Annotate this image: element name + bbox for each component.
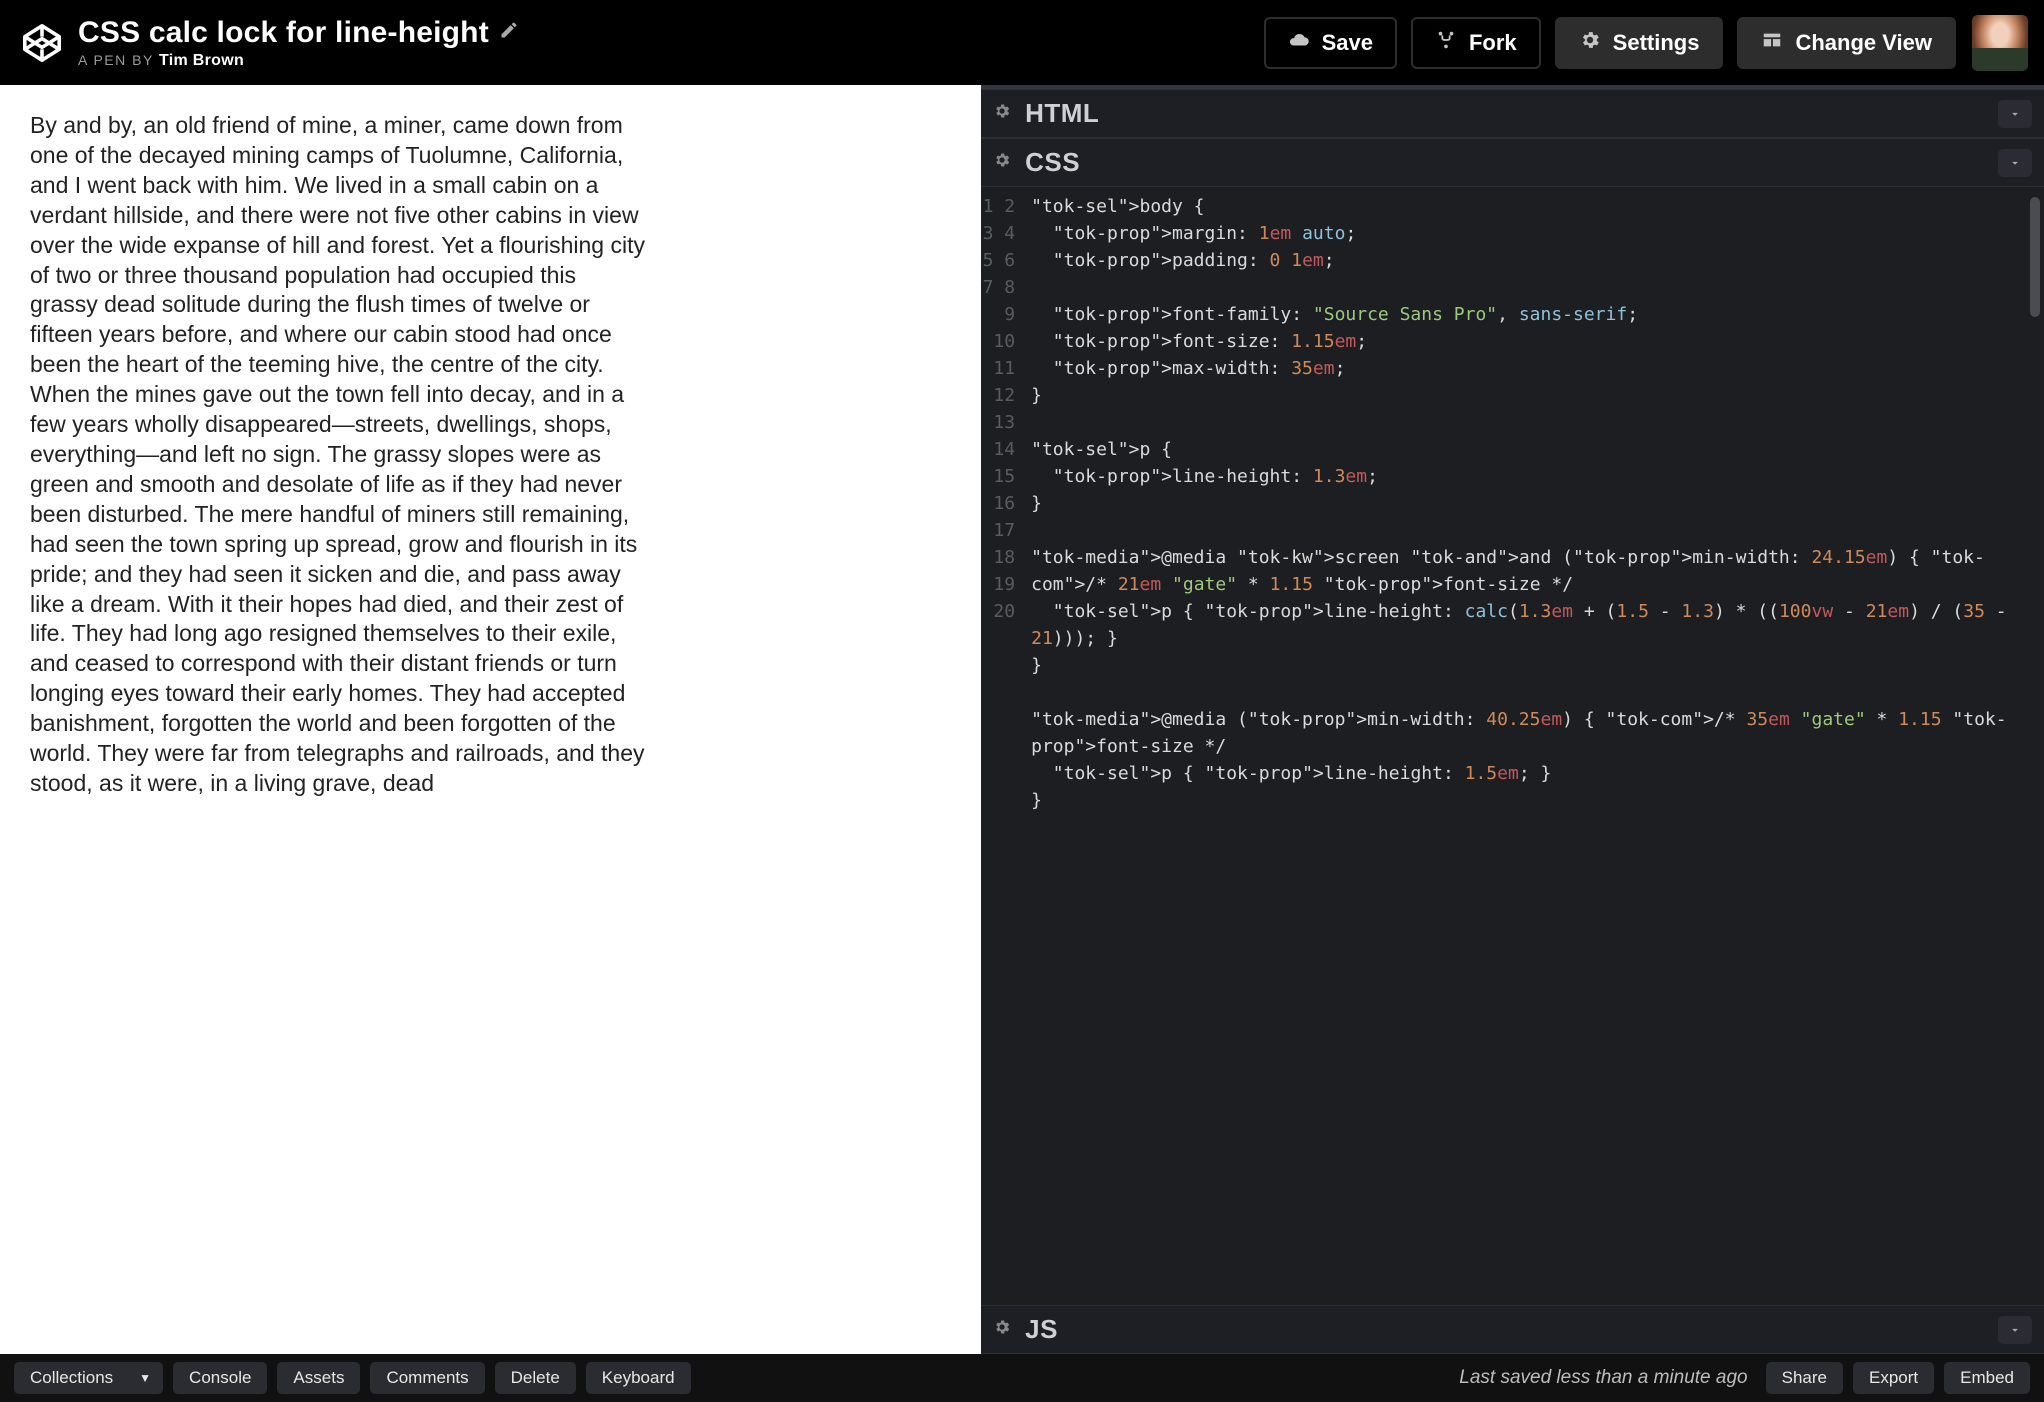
scrollbar[interactable]	[2030, 197, 2040, 317]
html-panel: HTML	[981, 89, 2044, 138]
main-split: By and by, an old friend of mine, a mine…	[0, 85, 2044, 1354]
share-button[interactable]: Share	[1766, 1362, 1843, 1394]
save-button[interactable]: Save	[1264, 17, 1397, 69]
user-avatar[interactable]	[1972, 15, 2028, 71]
css-panel-label: CSS	[1025, 147, 1984, 178]
fork-icon	[1435, 29, 1457, 57]
save-button-label: Save	[1322, 30, 1373, 56]
change-view-button[interactable]: Change View	[1737, 17, 1956, 69]
assets-button[interactable]: Assets	[277, 1362, 360, 1394]
settings-button[interactable]: Settings	[1555, 17, 1724, 69]
css-panel: CSS 1 2 3 4 5 6 7 8 9 10 11 12 13 14 15 …	[981, 138, 2044, 1305]
fork-button-label: Fork	[1469, 30, 1517, 56]
export-button[interactable]: Export	[1853, 1362, 1934, 1394]
preview-paragraph: By and by, an old friend of mine, a mine…	[30, 111, 650, 799]
codepen-logo[interactable]	[22, 23, 62, 63]
settings-button-label: Settings	[1613, 30, 1700, 56]
cloud-icon	[1288, 29, 1310, 57]
chevron-down-icon[interactable]	[1998, 100, 2032, 128]
line-gutter: 1 2 3 4 5 6 7 8 9 10 11 12 13 14 15 16 1…	[981, 187, 1021, 625]
collections-label: Collections	[30, 1368, 113, 1388]
chevron-down-icon[interactable]	[1998, 1316, 2032, 1344]
caret-down-icon: ▼	[139, 1371, 151, 1385]
gear-icon[interactable]	[993, 102, 1011, 125]
preview-pane[interactable]: By and by, an old friend of mine, a mine…	[0, 85, 981, 1354]
comments-button[interactable]: Comments	[370, 1362, 484, 1394]
html-panel-header[interactable]: HTML	[981, 89, 2044, 138]
js-panel-label: JS	[1025, 1314, 1984, 1345]
keyboard-button[interactable]: Keyboard	[586, 1362, 691, 1394]
embed-button[interactable]: Embed	[1944, 1362, 2030, 1394]
pen-title: CSS calc lock for line-height	[78, 16, 489, 50]
gear-icon[interactable]	[993, 151, 1011, 174]
byline-prefix: A PEN BY	[78, 52, 154, 68]
html-panel-label: HTML	[1025, 98, 1984, 129]
save-status: Last saved less than a minute ago	[1459, 1367, 1747, 1389]
css-panel-header[interactable]: CSS	[981, 138, 2044, 187]
gear-icon	[1579, 29, 1601, 57]
fork-button[interactable]: Fork	[1411, 17, 1541, 69]
title-block: CSS calc lock for line-height A PEN BY T…	[78, 16, 1248, 70]
collections-dropdown[interactable]: Collections ▼	[14, 1362, 163, 1394]
css-editor[interactable]: 1 2 3 4 5 6 7 8 9 10 11 12 13 14 15 16 1…	[981, 187, 2044, 1305]
footer-bar: Collections ▼ Console Assets Comments De…	[0, 1354, 2044, 1402]
css-code[interactable]: "tok-sel">body { "tok-prop">margin: 1em …	[981, 187, 2044, 826]
layout-icon	[1761, 29, 1783, 57]
change-view-button-label: Change View	[1795, 30, 1932, 56]
js-panel-header[interactable]: JS	[981, 1305, 2044, 1354]
editors-column: HTML CSS 1 2 3 4 5 6 7 8 9 10 11 12 13 1…	[981, 85, 2044, 1354]
chevron-down-icon[interactable]	[1998, 149, 2032, 177]
gear-icon[interactable]	[993, 1318, 1011, 1341]
js-panel: JS	[981, 1305, 2044, 1354]
app-header: CSS calc lock for line-height A PEN BY T…	[0, 0, 2044, 85]
edit-title-icon[interactable]	[499, 20, 519, 45]
delete-button[interactable]: Delete	[495, 1362, 576, 1394]
console-button[interactable]: Console	[173, 1362, 267, 1394]
pen-byline: A PEN BY Tim Brown	[78, 52, 1248, 70]
author-link[interactable]: Tim Brown	[159, 52, 244, 69]
